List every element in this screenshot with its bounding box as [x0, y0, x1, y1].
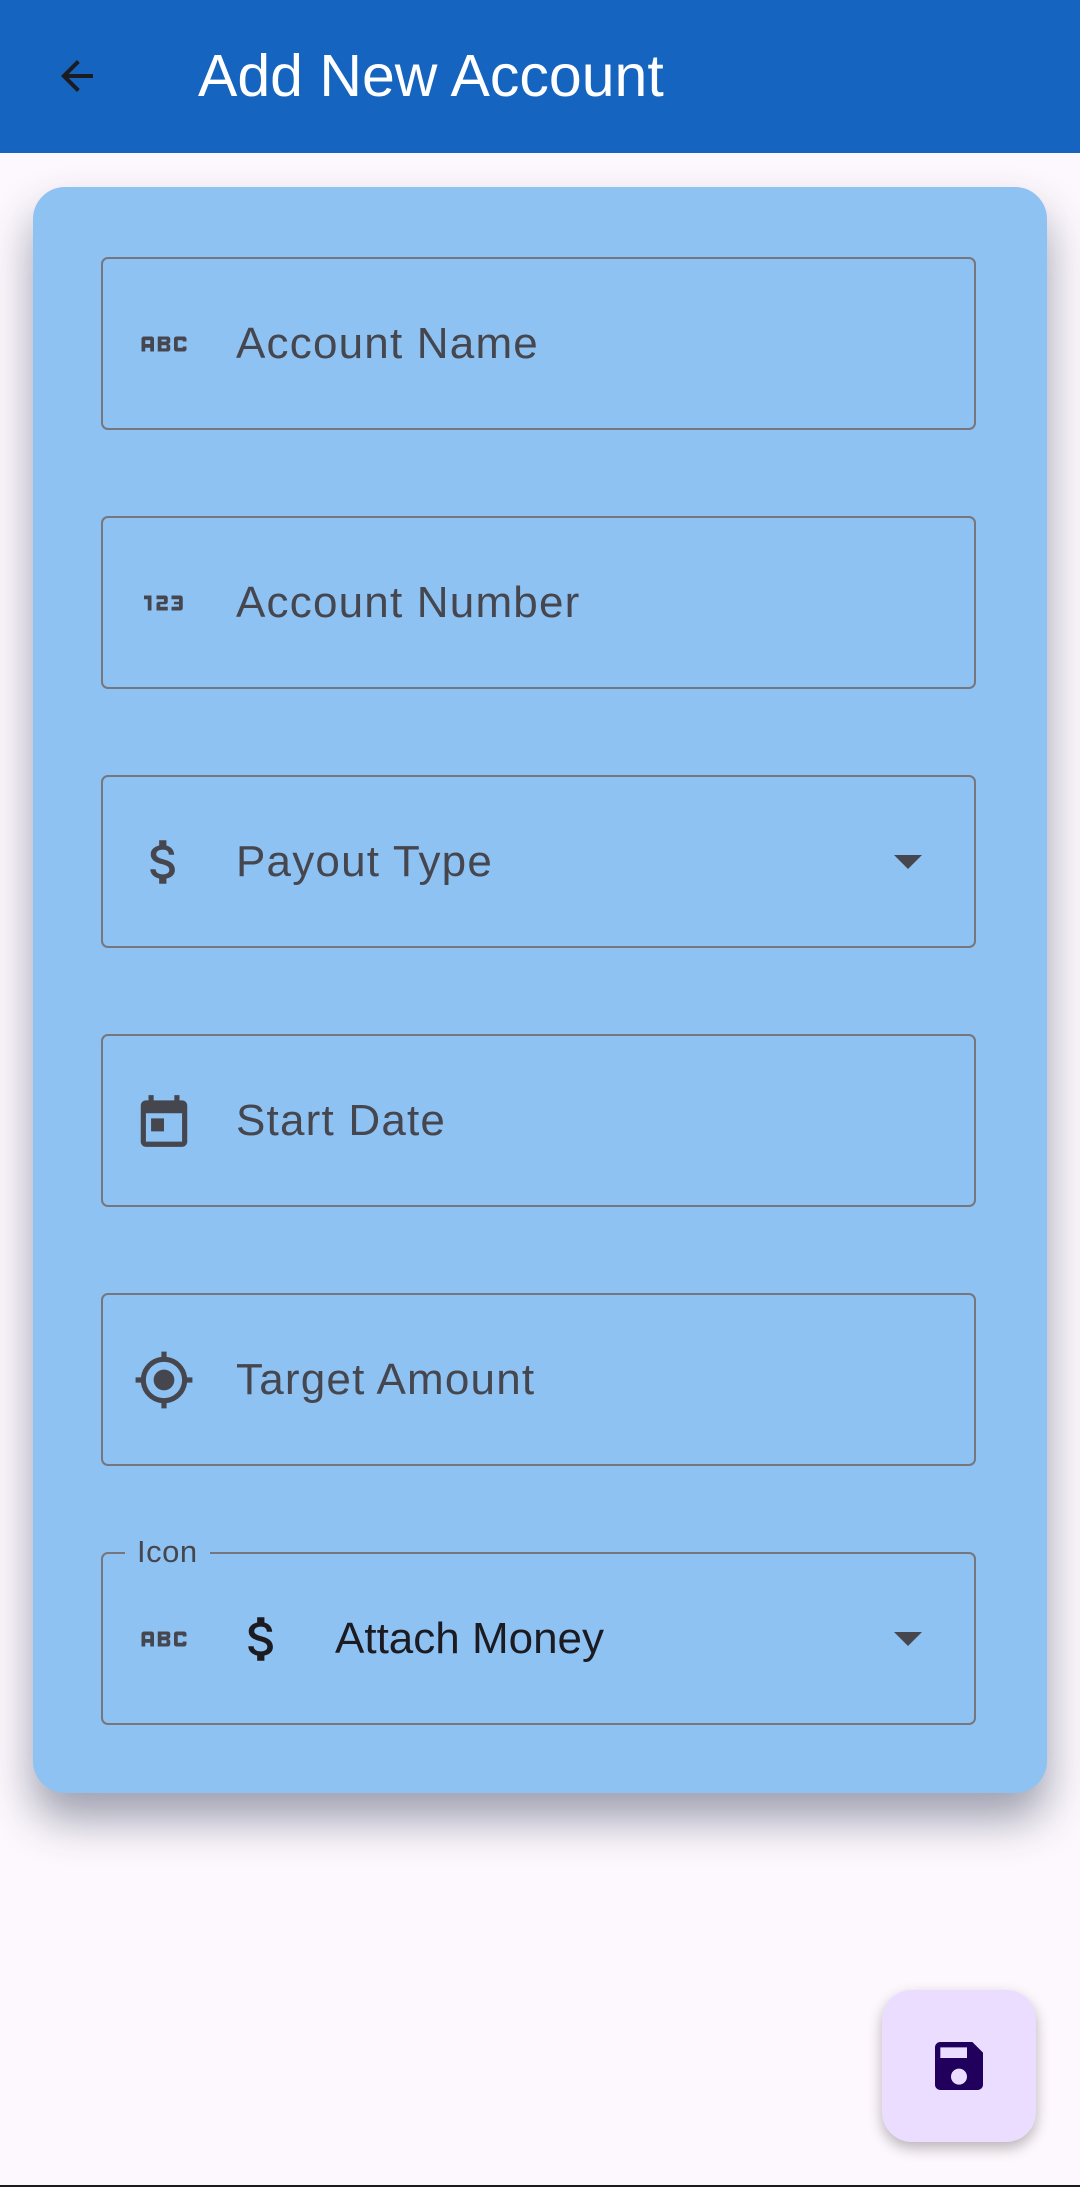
icon-select-label: Icon [125, 1534, 210, 1570]
target-amount-placeholder: Target Amount [236, 1354, 536, 1404]
account-form-card: Account Name Account Number Payout Type … [33, 187, 1047, 1793]
arrow-back-icon [61, 60, 93, 92]
save-icon [935, 2042, 983, 2090]
account-number-field[interactable]: Account Number [101, 516, 976, 689]
app-bar: Add New Account [0, 0, 1080, 153]
account-name-field[interactable]: Account Name [101, 257, 976, 430]
dropdown-arrow-icon [894, 1631, 922, 1646]
123-icon [133, 572, 195, 634]
calendar-icon [133, 1090, 195, 1152]
save-button[interactable] [882, 1990, 1036, 2142]
start-date-placeholder: Start Date [236, 1095, 447, 1145]
abc-icon [133, 1608, 195, 1670]
dropdown-arrow-icon [894, 854, 922, 869]
dollar-icon [133, 831, 195, 893]
icon-select-value: Attach Money [335, 1613, 605, 1663]
icon-select-dropdown[interactable]: Icon Attach Money [101, 1534, 976, 1725]
abc-icon [133, 313, 195, 375]
payout-type-dropdown[interactable]: Payout Type [101, 775, 976, 948]
target-amount-field[interactable]: Target Amount [101, 1293, 976, 1466]
back-button[interactable] [37, 36, 117, 116]
payout-type-placeholder: Payout Type [236, 836, 494, 886]
account-number-placeholder: Account Number [236, 577, 581, 627]
page-title: Add New Account [198, 43, 664, 109]
account-name-placeholder: Account Name [236, 318, 539, 368]
target-icon [133, 1349, 195, 1411]
start-date-field[interactable]: Start Date [101, 1034, 976, 1207]
attach-money-icon [231, 1608, 293, 1670]
